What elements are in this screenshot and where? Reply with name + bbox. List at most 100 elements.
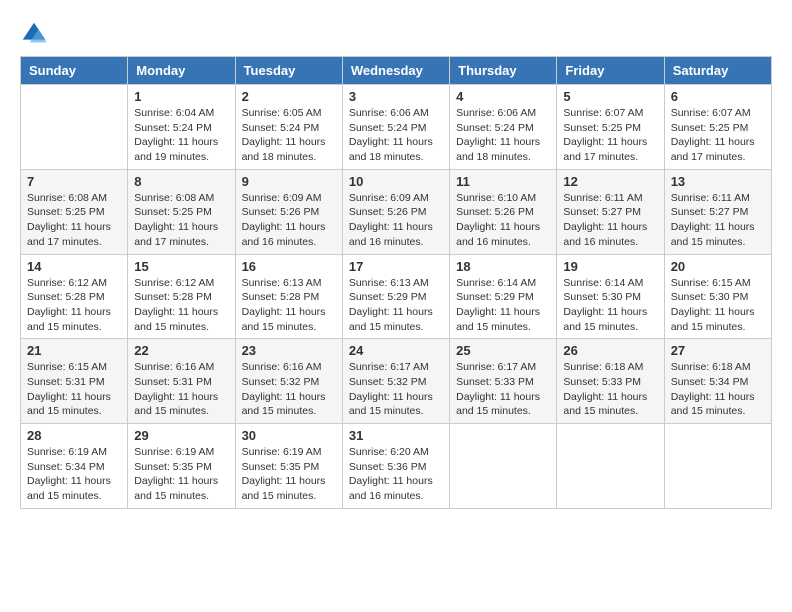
day-info: Sunrise: 6:17 AM Sunset: 5:32 PM Dayligh… bbox=[349, 360, 443, 419]
day-info: Sunrise: 6:18 AM Sunset: 5:33 PM Dayligh… bbox=[563, 360, 657, 419]
day-info: Sunrise: 6:07 AM Sunset: 5:25 PM Dayligh… bbox=[671, 106, 765, 165]
calendar-week-row: 1 Sunrise: 6:04 AM Sunset: 5:24 PM Daylig… bbox=[21, 85, 772, 170]
weekday-header-tuesday: Tuesday bbox=[235, 57, 342, 85]
day-number: 11 bbox=[456, 174, 550, 189]
day-info: Sunrise: 6:06 AM Sunset: 5:24 PM Dayligh… bbox=[456, 106, 550, 165]
day-info: Sunrise: 6:14 AM Sunset: 5:30 PM Dayligh… bbox=[563, 276, 657, 335]
weekday-header-wednesday: Wednesday bbox=[342, 57, 449, 85]
calendar-cell: 30 Sunrise: 6:19 AM Sunset: 5:35 PM Dayli… bbox=[235, 424, 342, 509]
calendar-cell: 28 Sunrise: 6:19 AM Sunset: 5:34 PM Dayli… bbox=[21, 424, 128, 509]
day-number: 3 bbox=[349, 89, 443, 104]
calendar-week-row: 21 Sunrise: 6:15 AM Sunset: 5:31 PM Dayli… bbox=[21, 339, 772, 424]
calendar-cell: 6 Sunrise: 6:07 AM Sunset: 5:25 PM Daylig… bbox=[664, 85, 771, 170]
calendar-cell: 4Sunrise: 6:06 AM Sunset: 5:24 PM Daylig… bbox=[450, 85, 557, 170]
calendar-cell bbox=[21, 85, 128, 170]
day-number: 9 bbox=[242, 174, 336, 189]
weekday-header-saturday: Saturday bbox=[664, 57, 771, 85]
calendar-cell bbox=[557, 424, 664, 509]
day-info: Sunrise: 6:19 AM Sunset: 5:34 PM Dayligh… bbox=[27, 445, 121, 504]
day-number: 5 bbox=[563, 89, 657, 104]
day-info: Sunrise: 6:05 AM Sunset: 5:24 PM Dayligh… bbox=[242, 106, 336, 165]
day-info: Sunrise: 6:08 AM Sunset: 5:25 PM Dayligh… bbox=[27, 191, 121, 250]
day-number: 26 bbox=[563, 343, 657, 358]
calendar-cell bbox=[664, 424, 771, 509]
calendar-cell: 29Sunrise: 6:19 AM Sunset: 5:35 PM Dayli… bbox=[128, 424, 235, 509]
calendar-cell: 26 Sunrise: 6:18 AM Sunset: 5:33 PM Dayli… bbox=[557, 339, 664, 424]
calendar-week-row: 28 Sunrise: 6:19 AM Sunset: 5:34 PM Dayli… bbox=[21, 424, 772, 509]
day-info: Sunrise: 6:14 AM Sunset: 5:29 PM Dayligh… bbox=[456, 276, 550, 335]
day-info: Sunrise: 6:11 AM Sunset: 5:27 PM Dayligh… bbox=[563, 191, 657, 250]
calendar-cell: 24 Sunrise: 6:17 AM Sunset: 5:32 PM Dayli… bbox=[342, 339, 449, 424]
calendar-cell: 16 Sunrise: 6:13 AM Sunset: 5:28 PM Dayli… bbox=[235, 254, 342, 339]
day-info: Sunrise: 6:09 AM Sunset: 5:26 PM Dayligh… bbox=[242, 191, 336, 250]
day-number: 1 bbox=[134, 89, 228, 104]
calendar-cell: 2 Sunrise: 6:05 AM Sunset: 5:24 PM Daylig… bbox=[235, 85, 342, 170]
calendar-cell: 27 Sunrise: 6:18 AM Sunset: 5:34 PM Dayli… bbox=[664, 339, 771, 424]
day-info: Sunrise: 6:07 AM Sunset: 5:25 PM Dayligh… bbox=[563, 106, 657, 165]
day-info: Sunrise: 6:16 AM Sunset: 5:31 PM Dayligh… bbox=[134, 360, 228, 419]
calendar-cell: 21 Sunrise: 6:15 AM Sunset: 5:31 PM Dayli… bbox=[21, 339, 128, 424]
calendar-cell: 1 Sunrise: 6:04 AM Sunset: 5:24 PM Daylig… bbox=[128, 85, 235, 170]
calendar-cell: 31Sunrise: 6:20 AM Sunset: 5:36 PM Dayli… bbox=[342, 424, 449, 509]
day-info: Sunrise: 6:15 AM Sunset: 5:31 PM Dayligh… bbox=[27, 360, 121, 419]
calendar-cell: 22 Sunrise: 6:16 AM Sunset: 5:31 PM Dayli… bbox=[128, 339, 235, 424]
day-number: 21 bbox=[27, 343, 121, 358]
day-number: 18 bbox=[456, 259, 550, 274]
day-number: 12 bbox=[563, 174, 657, 189]
day-number: 28 bbox=[27, 428, 121, 443]
day-info: Sunrise: 6:12 AM Sunset: 5:28 PM Dayligh… bbox=[27, 276, 121, 335]
day-number: 27 bbox=[671, 343, 765, 358]
weekday-header-thursday: Thursday bbox=[450, 57, 557, 85]
calendar-cell: 10 Sunrise: 6:09 AM Sunset: 5:26 PM Dayli… bbox=[342, 169, 449, 254]
day-number: 13 bbox=[671, 174, 765, 189]
calendar: SundayMondayTuesdayWednesdayThursdayFrid… bbox=[20, 56, 772, 509]
calendar-cell: 12 Sunrise: 6:11 AM Sunset: 5:27 PM Dayli… bbox=[557, 169, 664, 254]
day-info: Sunrise: 6:18 AM Sunset: 5:34 PM Dayligh… bbox=[671, 360, 765, 419]
calendar-cell: 5 Sunrise: 6:07 AM Sunset: 5:25 PM Daylig… bbox=[557, 85, 664, 170]
day-number: 30 bbox=[242, 428, 336, 443]
day-number: 7 bbox=[27, 174, 121, 189]
day-number: 2 bbox=[242, 89, 336, 104]
day-info: Sunrise: 6:19 AM Sunset: 5:35 PM Dayligh… bbox=[134, 445, 228, 504]
weekday-header-sunday: Sunday bbox=[21, 57, 128, 85]
calendar-cell: 15Sunrise: 6:12 AM Sunset: 5:28 PM Dayli… bbox=[128, 254, 235, 339]
day-info: Sunrise: 6:15 AM Sunset: 5:30 PM Dayligh… bbox=[671, 276, 765, 335]
day-info: Sunrise: 6:13 AM Sunset: 5:28 PM Dayligh… bbox=[242, 276, 336, 335]
day-number: 25 bbox=[456, 343, 550, 358]
calendar-cell: 23 Sunrise: 6:16 AM Sunset: 5:32 PM Dayli… bbox=[235, 339, 342, 424]
weekday-header-friday: Friday bbox=[557, 57, 664, 85]
weekday-header-row: SundayMondayTuesdayWednesdayThursdayFrid… bbox=[21, 57, 772, 85]
day-number: 23 bbox=[242, 343, 336, 358]
day-info: Sunrise: 6:17 AM Sunset: 5:33 PM Dayligh… bbox=[456, 360, 550, 419]
weekday-header-monday: Monday bbox=[128, 57, 235, 85]
calendar-cell: 19 Sunrise: 6:14 AM Sunset: 5:30 PM Dayli… bbox=[557, 254, 664, 339]
day-info: Sunrise: 6:04 AM Sunset: 5:24 PM Dayligh… bbox=[134, 106, 228, 165]
day-number: 24 bbox=[349, 343, 443, 358]
logo-icon bbox=[20, 20, 48, 48]
calendar-week-row: 14 Sunrise: 6:12 AM Sunset: 5:28 PM Dayli… bbox=[21, 254, 772, 339]
day-info: Sunrise: 6:20 AM Sunset: 5:36 PM Dayligh… bbox=[349, 445, 443, 504]
day-info: Sunrise: 6:12 AM Sunset: 5:28 PM Dayligh… bbox=[134, 276, 228, 335]
day-info: Sunrise: 6:13 AM Sunset: 5:29 PM Dayligh… bbox=[349, 276, 443, 335]
day-number: 20 bbox=[671, 259, 765, 274]
day-number: 10 bbox=[349, 174, 443, 189]
calendar-cell: 7 Sunrise: 6:08 AM Sunset: 5:25 PM Daylig… bbox=[21, 169, 128, 254]
day-number: 14 bbox=[27, 259, 121, 274]
calendar-cell: 13Sunrise: 6:11 AM Sunset: 5:27 PM Dayli… bbox=[664, 169, 771, 254]
day-number: 22 bbox=[134, 343, 228, 358]
day-info: Sunrise: 6:16 AM Sunset: 5:32 PM Dayligh… bbox=[242, 360, 336, 419]
day-info: Sunrise: 6:10 AM Sunset: 5:26 PM Dayligh… bbox=[456, 191, 550, 250]
calendar-cell: 20 Sunrise: 6:15 AM Sunset: 5:30 PM Dayli… bbox=[664, 254, 771, 339]
day-info: Sunrise: 6:08 AM Sunset: 5:25 PM Dayligh… bbox=[134, 191, 228, 250]
calendar-cell: 11 Sunrise: 6:10 AM Sunset: 5:26 PM Dayli… bbox=[450, 169, 557, 254]
day-info: Sunrise: 6:09 AM Sunset: 5:26 PM Dayligh… bbox=[349, 191, 443, 250]
calendar-cell: 8Sunrise: 6:08 AM Sunset: 5:25 PM Daylig… bbox=[128, 169, 235, 254]
calendar-cell bbox=[450, 424, 557, 509]
day-info: Sunrise: 6:19 AM Sunset: 5:35 PM Dayligh… bbox=[242, 445, 336, 504]
day-number: 6 bbox=[671, 89, 765, 104]
calendar-cell: 17Sunrise: 6:13 AM Sunset: 5:29 PM Dayli… bbox=[342, 254, 449, 339]
day-number: 16 bbox=[242, 259, 336, 274]
day-number: 19 bbox=[563, 259, 657, 274]
calendar-cell: 25 Sunrise: 6:17 AM Sunset: 5:33 PM Dayli… bbox=[450, 339, 557, 424]
day-info: Sunrise: 6:06 AM Sunset: 5:24 PM Dayligh… bbox=[349, 106, 443, 165]
